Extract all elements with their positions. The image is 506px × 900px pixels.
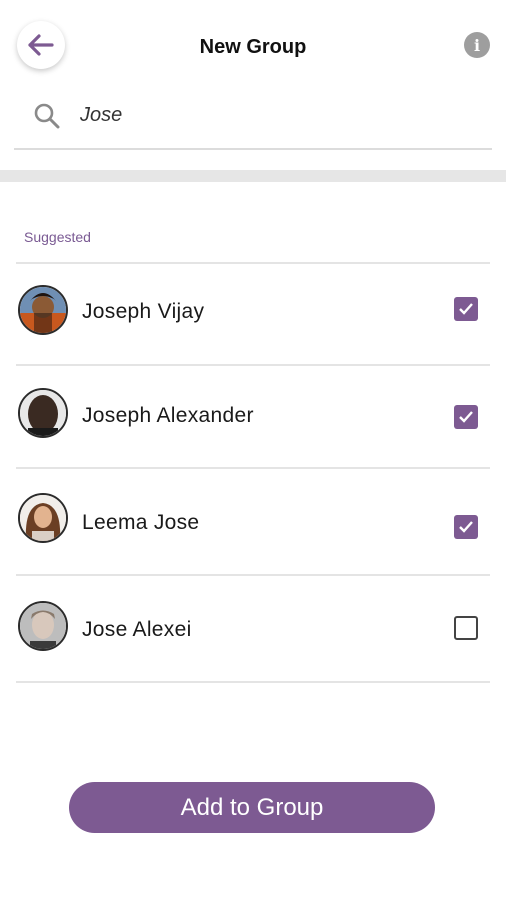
contact-name: Leema Jose [82,511,200,534]
search-icon [34,103,60,129]
checkmark-icon [459,411,473,423]
info-icon-glyph: i [473,35,481,55]
checkmark-icon [459,303,473,315]
list-item[interactable]: Jose Alexei [16,576,490,681]
avatar [18,285,68,335]
contact-checkbox[interactable] [454,405,478,429]
page-title: New Group [199,36,307,58]
section-divider [0,170,506,182]
contact-name: Joseph Alexander [82,404,254,427]
contact-name: Jose Alexei [82,618,192,641]
avatar [18,601,68,651]
contact-checkbox[interactable] [454,297,478,321]
add-to-group-button[interactable]: Add to Group [69,782,435,833]
search-bar [14,92,492,150]
contact-name: Joseph Vijay [82,300,205,323]
contact-list: Joseph Vijay Joseph Alexander Leema Jose… [16,262,490,683]
list-divider [16,681,490,683]
section-label-suggested: Suggested [24,229,91,245]
avatar [18,388,68,438]
info-icon[interactable]: i [464,32,490,58]
list-item[interactable]: Joseph Vijay [16,264,490,364]
contact-checkbox[interactable] [454,616,478,640]
list-item[interactable]: Joseph Alexander [16,366,490,467]
search-input[interactable] [80,96,480,134]
checkmark-icon [459,521,473,533]
app-header: New Group i [0,0,506,92]
avatar [18,493,68,543]
contact-checkbox[interactable] [454,515,478,539]
list-item[interactable]: Leema Jose [16,469,490,574]
